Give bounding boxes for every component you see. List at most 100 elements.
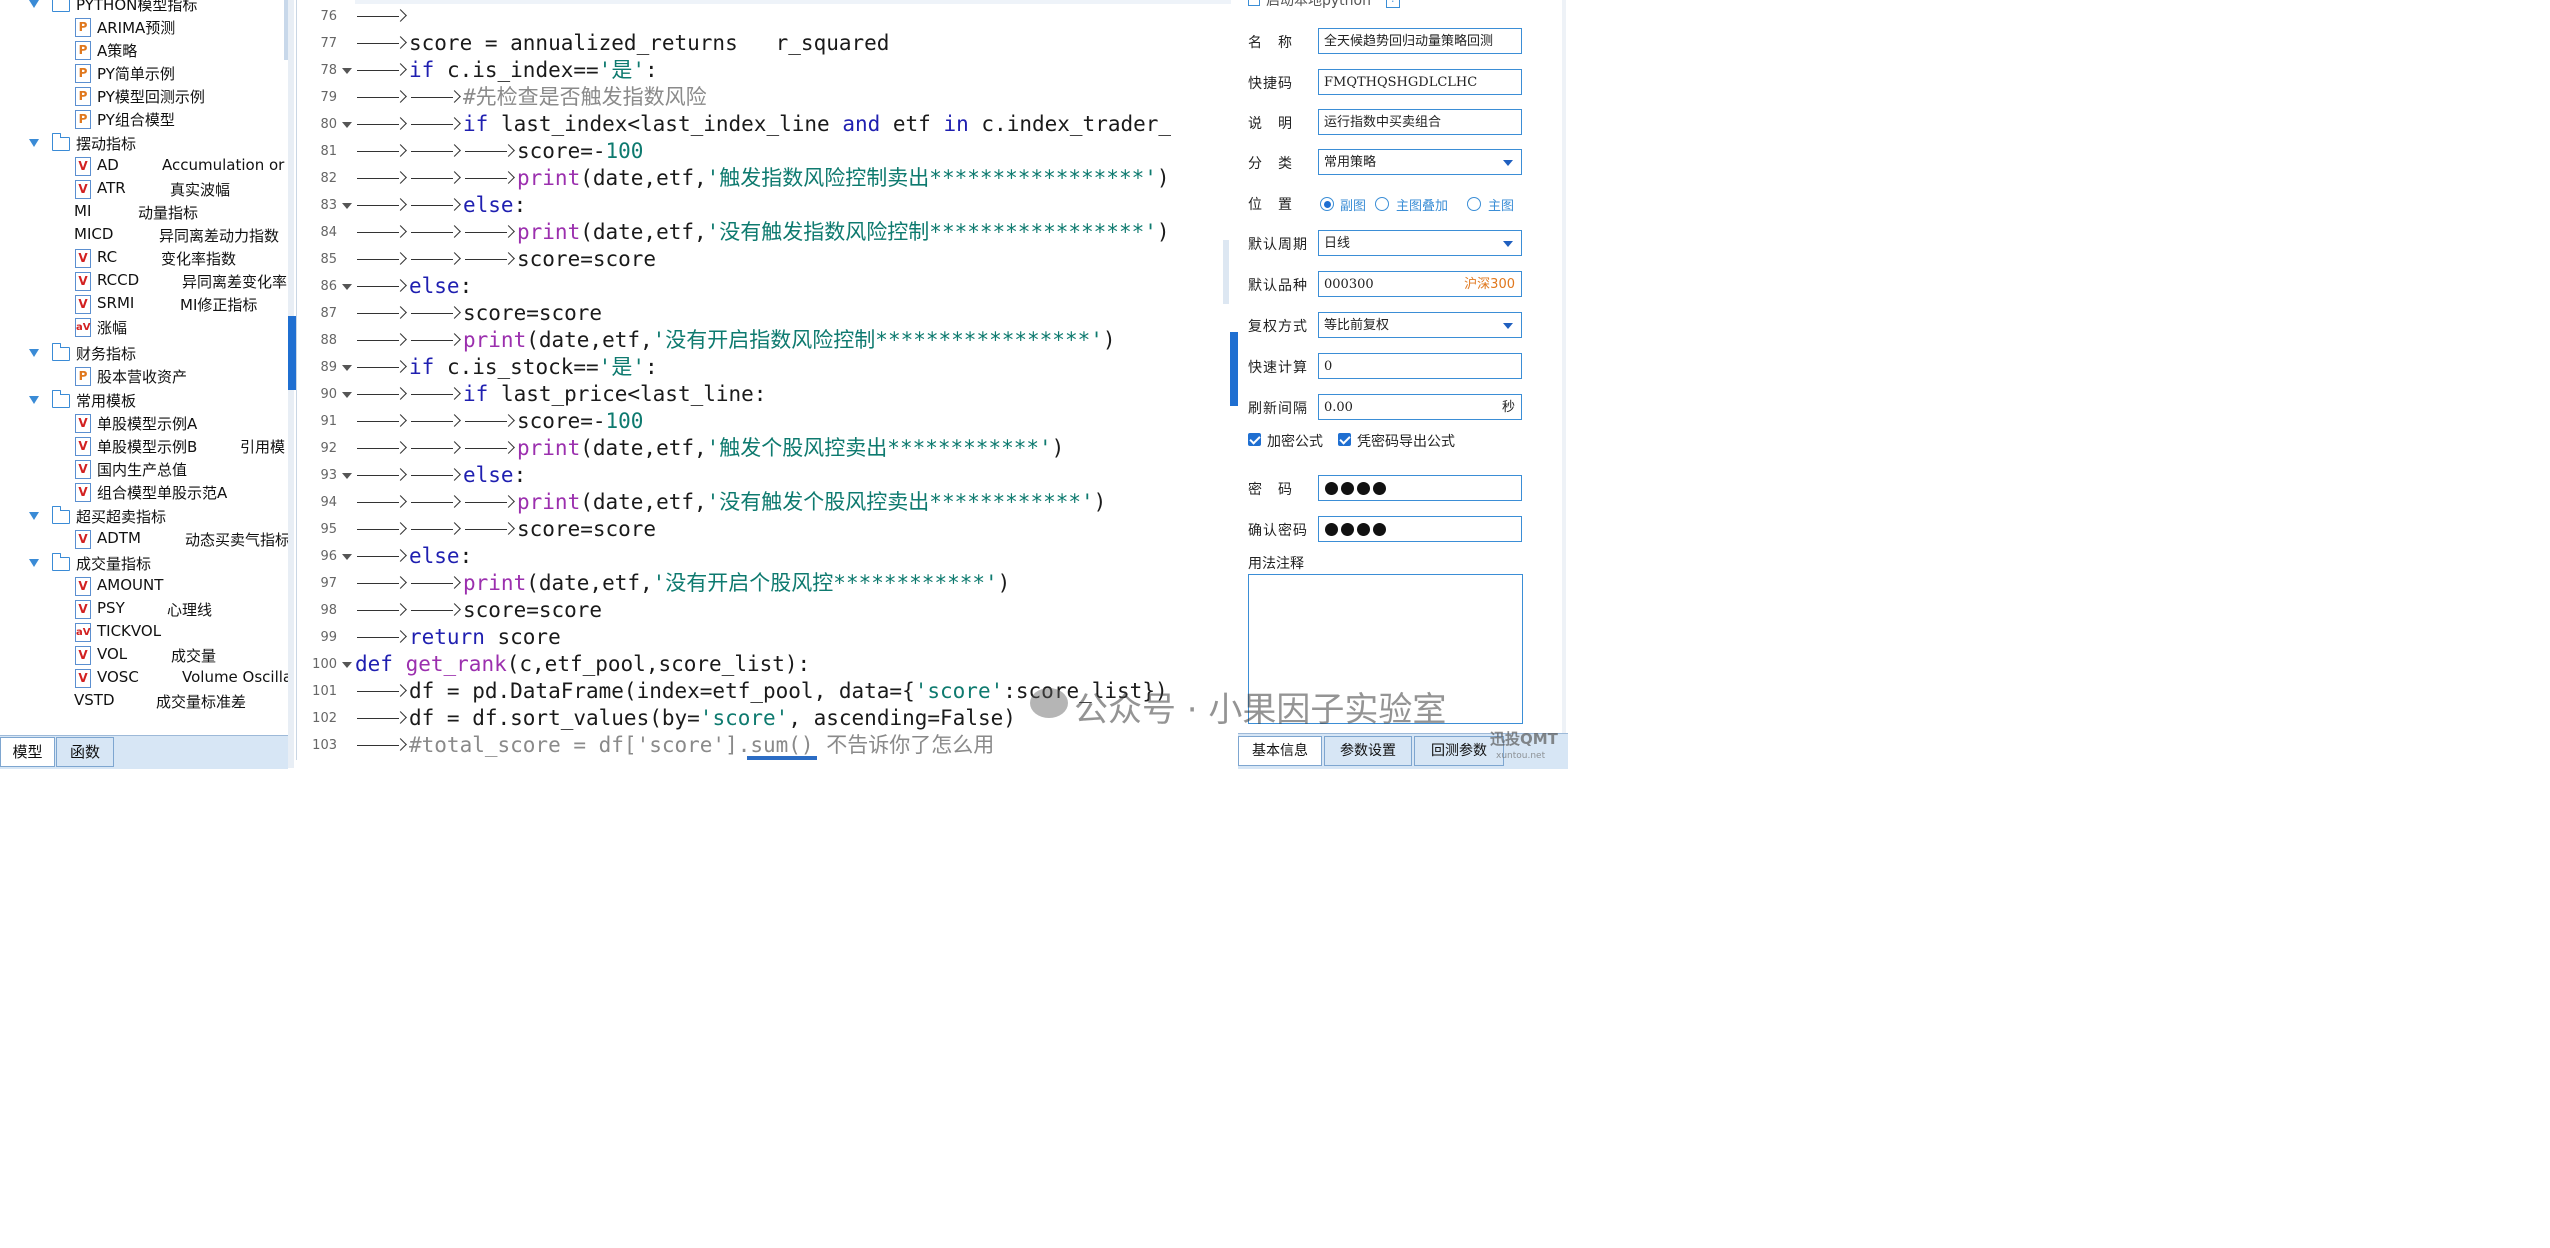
tree-item[interactable]: V RCCD 异同离差变化率 (0, 271, 288, 294)
tree-item[interactable]: V AMOUNT (0, 576, 288, 599)
code-line[interactable]: 100 def get_rank(c,etf_pool,score_list): (297, 651, 1231, 678)
tab-model[interactable]: 模型 (0, 737, 55, 767)
tree-item[interactable]: P PY模型回测示例 (0, 86, 288, 109)
fold-toggle-icon[interactable] (342, 284, 352, 290)
code-line[interactable]: 94 print(date,etf,'没有触发个股风控卖出************… (297, 489, 1231, 516)
code-line[interactable]: 91 score=-100 (297, 408, 1231, 435)
code-line[interactable]: 77 score = annualized_returns r_squared (297, 30, 1231, 57)
code-line[interactable]: 79 #先检查是否触发指数风险 (297, 84, 1231, 111)
tab-basic-info[interactable]: 基本信息 (1238, 736, 1322, 766)
confirm-password-field[interactable] (1318, 516, 1522, 542)
tree-item[interactable]: V RC 变化率指数 (0, 248, 288, 271)
tree-item[interactable]: V SRMI MI修正指标 (0, 294, 288, 317)
tree-item[interactable]: P PY组合模型 (0, 109, 288, 132)
tree-group[interactable]: 财务指标 (0, 343, 288, 366)
editor-horizontal-scrollbar[interactable] (747, 756, 817, 760)
code-line[interactable]: 85 score=score (297, 246, 1231, 273)
symbol-field[interactable]: 000300 沪深300 (1318, 271, 1522, 297)
tree-item[interactable]: P ARIMA预测 (0, 17, 288, 40)
tree-item[interactable]: V 国内生产总值 (0, 459, 288, 482)
code-line[interactable]: 93 else: (297, 462, 1231, 489)
code-line[interactable]: 84 print(date,etf,'没有触发指数风险控制************… (297, 219, 1231, 246)
code-line[interactable]: 76 (297, 3, 1231, 30)
tree-item[interactable]: P A策略 (0, 40, 288, 63)
collapse-right-handle[interactable] (1230, 332, 1238, 406)
radio-main-overlay[interactable] (1375, 197, 1389, 211)
code-line[interactable]: 88 print(date,etf,'没有开启指数风险控制************… (297, 327, 1231, 354)
shortcut-field[interactable]: FMQTHQSHGDLCLHC (1318, 69, 1522, 95)
chevron-down-icon[interactable] (29, 559, 39, 567)
radio-sub-chart[interactable] (1320, 197, 1334, 211)
code-line[interactable]: 103 #total_score = df['score'].sum() 不告诉你… (297, 732, 1231, 759)
code-line[interactable]: 80 if last_index<last_index_line and etf … (297, 111, 1231, 138)
tree-item[interactable]: P 股本营收资产 (0, 366, 288, 389)
tree-item[interactable]: V 单股模型示例A (0, 413, 288, 436)
chevron-down-icon[interactable] (29, 0, 39, 8)
chevron-down-icon[interactable] (29, 512, 39, 520)
fold-toggle-icon[interactable] (342, 203, 352, 209)
tree-item[interactable]: V 单股模型示例B 引用模 (0, 436, 288, 459)
code-line[interactable]: 86 else: (297, 273, 1231, 300)
tree-group[interactable]: PYTHON模型指标 (0, 0, 288, 17)
tree-group[interactable]: 摆动指标 (0, 133, 288, 156)
code-line[interactable]: 89 if c.is_stock=='是': (297, 354, 1231, 381)
tree-item[interactable]: V VOSC Volume Oscilla (0, 668, 288, 691)
chevron-down-icon[interactable] (29, 396, 39, 404)
tree-item[interactable]: aV 涨幅 (0, 317, 288, 340)
fold-toggle-icon[interactable] (342, 392, 352, 398)
code-line[interactable]: 98 score=score (297, 597, 1231, 624)
category-select[interactable]: 常用策略 (1318, 149, 1522, 175)
code-line[interactable]: 97 print(date,etf,'没有开启个股风控************') (297, 570, 1231, 597)
tree-group[interactable]: 成交量指标 (0, 553, 288, 576)
tree-item[interactable]: V VOL 成交量 (0, 645, 288, 668)
tree-item[interactable]: V ADTM 动态买卖气指标 (0, 529, 288, 552)
code-line[interactable]: 90 if last_price<last_line: (297, 381, 1231, 408)
properties-scrollbar[interactable] (1562, 0, 1566, 768)
collapse-left-handle[interactable] (288, 316, 296, 390)
tree-item[interactable]: MICD 异同离差动力指数 (0, 225, 288, 248)
tree-item[interactable]: MI 动量指标 (0, 202, 288, 225)
code-line[interactable]: 92 print(date,etf,'触发个股风控卖出************') (297, 435, 1231, 462)
adjust-select[interactable]: 等比前复权 (1318, 312, 1522, 338)
code-line[interactable]: 96 else: (297, 543, 1231, 570)
tree-group[interactable]: 超买超卖指标 (0, 506, 288, 529)
radio-main-chart[interactable] (1467, 197, 1481, 211)
export-checkbox[interactable] (1338, 433, 1351, 446)
fastcalc-field[interactable]: 0 (1318, 353, 1522, 379)
password-field[interactable] (1318, 475, 1522, 501)
tree-item[interactable]: V AD Accumulation or (0, 156, 288, 179)
refresh-field[interactable]: 0.00 秒 (1318, 394, 1522, 420)
period-select[interactable]: 日线 (1318, 230, 1522, 256)
fold-toggle-icon[interactable] (342, 473, 352, 479)
code-line[interactable]: 81 score=-100 (297, 138, 1231, 165)
chevron-down-icon[interactable] (29, 349, 39, 357)
local-python-checkbox[interactable] (1248, 0, 1260, 6)
fold-toggle-icon[interactable] (342, 554, 352, 560)
fold-toggle-icon[interactable] (342, 68, 352, 74)
tree-group[interactable]: 常用模板 (0, 390, 288, 413)
encrypt-checkbox[interactable] (1248, 433, 1261, 446)
tree-item[interactable]: V ATR 真实波幅 (0, 179, 288, 202)
tab-function[interactable]: 函数 (56, 737, 114, 767)
tree-item[interactable]: V 组合模型单股示范A (0, 482, 288, 505)
name-field[interactable]: 全天候趋势回归动量策略回测 (1318, 28, 1522, 54)
code-line[interactable]: 82 print(date,etf,'触发指数风险控制卖出************… (297, 165, 1231, 192)
tree-item[interactable]: VSTD 成交量标准差 (0, 691, 288, 714)
tree-item[interactable]: P PY简单示例 (0, 63, 288, 86)
code-line[interactable]: 87 score=score (297, 300, 1231, 327)
fold-toggle-icon[interactable] (342, 122, 352, 128)
tree-item[interactable]: aV TICKVOL (0, 622, 288, 645)
fold-toggle-icon[interactable] (342, 662, 352, 668)
code-line[interactable]: 83 else: (297, 192, 1231, 219)
code-line[interactable]: 99 return score (297, 624, 1231, 651)
tree-item[interactable]: V PSY 心理线 (0, 599, 288, 622)
editor-vertical-scrollbar[interactable] (1223, 240, 1229, 304)
tab-param-settings[interactable]: 参数设置 (1324, 736, 1412, 766)
code-line[interactable]: 78 if c.is_index=='是': (297, 57, 1231, 84)
help-icon[interactable]: ? (1386, 0, 1400, 8)
code-line[interactable]: 95 score=score (297, 516, 1231, 543)
chevron-down-icon[interactable] (29, 139, 39, 147)
description-field[interactable]: 运行指数中买卖组合 (1318, 109, 1522, 135)
code-editor[interactable]: 76 77 score = annualized_returns r_squared… (296, 0, 1231, 760)
fold-toggle-icon[interactable] (342, 365, 352, 371)
